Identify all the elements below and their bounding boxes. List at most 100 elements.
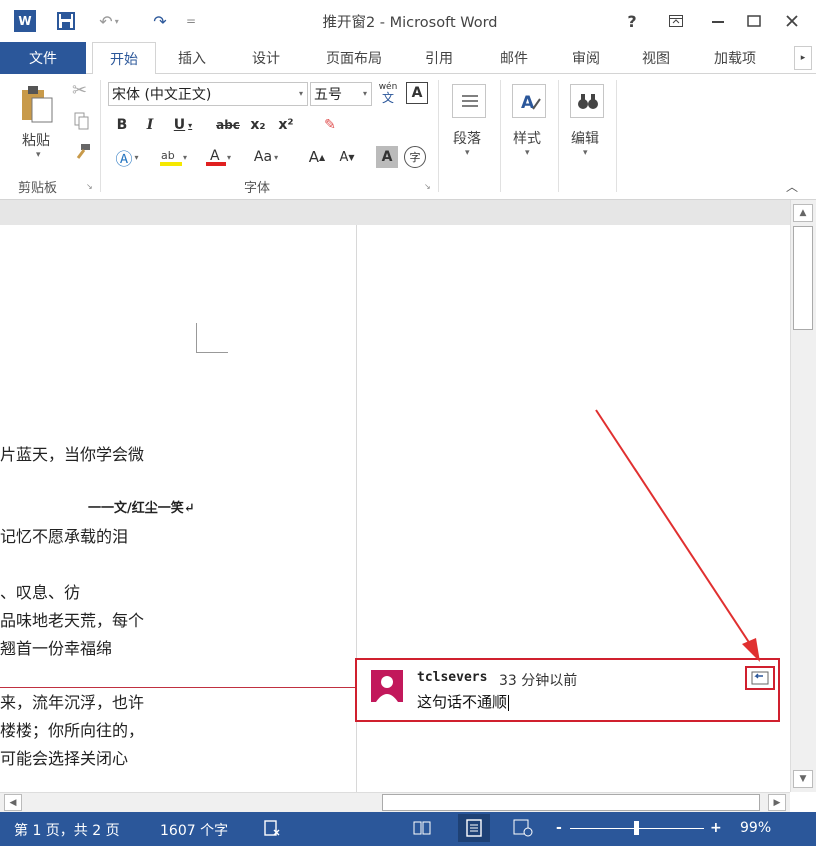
zoom-slider-thumb[interactable]: [634, 821, 639, 835]
tab-addins-label: 加载项: [714, 51, 756, 67]
scroll-thumb[interactable]: [793, 226, 813, 330]
paste-dropdown-icon[interactable]: ▾: [36, 150, 41, 160]
ribbon-display-options-icon[interactable]: [662, 8, 690, 34]
tab-references[interactable]: 引用: [414, 42, 464, 74]
cut-icon[interactable]: ✂: [72, 80, 87, 101]
status-bar: 第 1 页，共 2 页 1607 个字 - + 99%: [0, 812, 816, 846]
change-case-button[interactable]: Aa ▾: [246, 146, 286, 168]
scroll-right-icon[interactable]: ▶: [768, 794, 786, 811]
paragraph-button[interactable]: 段落 ▾: [446, 80, 492, 166]
editing-button[interactable]: 编辑 ▾: [564, 80, 610, 166]
text-effects-icon[interactable]: Ⓐ ▾: [110, 146, 144, 170]
read-mode-icon[interactable]: [412, 818, 432, 842]
bold-button[interactable]: B: [112, 114, 132, 136]
page-margin-marker: [196, 323, 228, 353]
paste-icon[interactable]: [18, 84, 54, 124]
tab-insert-label: 插入: [178, 51, 206, 67]
chevron-down-icon: ▾: [362, 89, 367, 98]
pinyin-char: 文: [381, 91, 394, 105]
tab-file[interactable]: 文件: [0, 42, 86, 74]
highlight-color-icon[interactable]: ab ▾: [154, 146, 192, 168]
document-line[interactable]: 、叹息、彷: [0, 579, 80, 603]
zoom-level[interactable]: 99%: [740, 820, 771, 836]
hscroll-thumb[interactable]: [382, 794, 760, 811]
tab-view[interactable]: 视图: [630, 42, 682, 74]
document-line[interactable]: 楼楼；你所向往的，: [0, 717, 144, 741]
strike-label: abc: [216, 118, 240, 132]
tab-mailings[interactable]: 邮件: [488, 42, 540, 74]
document-line[interactable]: 来，流年沉浮，也许: [0, 689, 144, 713]
clipboard-launcher-icon[interactable]: ↘: [86, 182, 93, 191]
phonetic-guide-icon[interactable]: wén 文: [376, 80, 400, 106]
help-button[interactable]: ?: [618, 8, 646, 34]
document-line[interactable]: 品味地老天荒，每个: [0, 607, 144, 631]
collapse-ribbon-icon[interactable]: ︿: [786, 178, 798, 195]
maximize-icon[interactable]: [740, 8, 768, 34]
word-app-icon[interactable]: W: [14, 10, 36, 32]
enclose-characters-button[interactable]: 字: [404, 146, 426, 168]
shrink-font-button[interactable]: A ▼: [336, 146, 358, 168]
scroll-down-icon[interactable]: ▼: [793, 770, 813, 788]
format-painter-icon[interactable]: [72, 142, 92, 162]
character-border-icon[interactable]: A: [406, 82, 428, 104]
font-group-label: 字体: [244, 181, 271, 196]
web-layout-icon[interactable]: [512, 818, 534, 842]
ribbon-tabs: 文件 开始 插入 设计 页面布局 引用 邮件 审阅 视图 加载项 ▸: [0, 42, 816, 75]
tab-references-label: 引用: [425, 51, 453, 67]
svg-text:ab: ab: [161, 149, 175, 162]
font-launcher-icon[interactable]: ↘: [424, 182, 431, 191]
underline-button[interactable]: U ▾: [168, 114, 198, 136]
font-size-combo[interactable]: 五号 ▾: [310, 82, 372, 106]
character-shading-button[interactable]: A: [376, 146, 398, 168]
vertical-scrollbar[interactable]: ▲ ▼: [790, 200, 816, 792]
word-count[interactable]: 1607 个字: [160, 820, 228, 840]
close-icon[interactable]: [778, 8, 806, 34]
separator: [558, 80, 559, 192]
font-color-icon[interactable]: A ▾: [200, 146, 236, 168]
customize-quick-access-icon[interactable]: =: [184, 10, 198, 32]
proofing-icon[interactable]: [262, 818, 282, 842]
clear-formatting-icon[interactable]: ✎: [318, 114, 342, 136]
zoom-out-button[interactable]: -: [556, 820, 562, 836]
styles-button[interactable]: A 样式 ▾: [506, 80, 552, 166]
undo-icon[interactable]: ↶ ▾: [94, 10, 124, 32]
redo-icon[interactable]: ↷: [148, 10, 172, 32]
subscript-button[interactable]: x₂: [248, 114, 268, 136]
svg-text:A: A: [521, 93, 535, 113]
document-line[interactable]: 翘首一份幸福绵: [0, 635, 112, 659]
editing-label: 编辑: [571, 131, 599, 147]
tab-insert[interactable]: 插入: [166, 42, 218, 74]
document-line[interactable]: 可能会选择关闭心: [0, 745, 128, 769]
window-title: 推开窗2 - Microsoft Word: [322, 15, 498, 31]
tab-addins[interactable]: 加载项: [702, 42, 768, 74]
print-layout-icon[interactable]: [458, 814, 490, 842]
minimize-icon[interactable]: [704, 8, 732, 34]
tab-page-layout[interactable]: 页面布局: [312, 42, 396, 74]
font-name-combo[interactable]: 宋体 (中文正文) ▾: [108, 82, 308, 106]
styles-icon: A: [512, 84, 546, 118]
horizontal-scrollbar[interactable]: ◀ ▶: [0, 792, 790, 812]
save-icon[interactable]: [54, 10, 78, 32]
tab-review[interactable]: 审阅: [560, 42, 612, 74]
chevron-down-icon: ▾: [525, 148, 530, 158]
comment-text[interactable]: 这句话不通顺: [417, 691, 510, 712]
document-line[interactable]: 一一文/红尘一笑↵: [88, 497, 195, 516]
italic-button[interactable]: I: [140, 114, 160, 136]
document-line[interactable]: 记忆不愿承载的泪: [0, 523, 128, 547]
avatar: [371, 670, 403, 702]
document-page[interactable]: 片蓝天，当你学会微 一一文/红尘一笑↵ 记忆不愿承载的泪 、叹息、彷 品味地老天…: [0, 225, 356, 792]
tab-design[interactable]: 设计: [238, 42, 294, 74]
copy-icon[interactable]: [74, 112, 90, 130]
page-count[interactable]: 第 1 页，共 2 页: [14, 820, 120, 840]
sub-label: x₂: [250, 117, 266, 133]
paste-label[interactable]: 粘贴: [22, 130, 50, 150]
superscript-button[interactable]: x²: [276, 114, 296, 136]
scroll-left-icon[interactable]: ◀: [4, 794, 22, 811]
scroll-up-icon[interactable]: ▲: [793, 204, 813, 222]
zoom-in-button[interactable]: +: [710, 820, 722, 836]
tab-home[interactable]: 开始: [92, 42, 156, 75]
strikethrough-button[interactable]: abc: [214, 114, 242, 136]
tab-scroll-right-icon[interactable]: ▸: [794, 46, 812, 70]
document-line[interactable]: 片蓝天，当你学会微: [0, 441, 144, 465]
grow-font-button[interactable]: A ▲: [306, 146, 328, 168]
